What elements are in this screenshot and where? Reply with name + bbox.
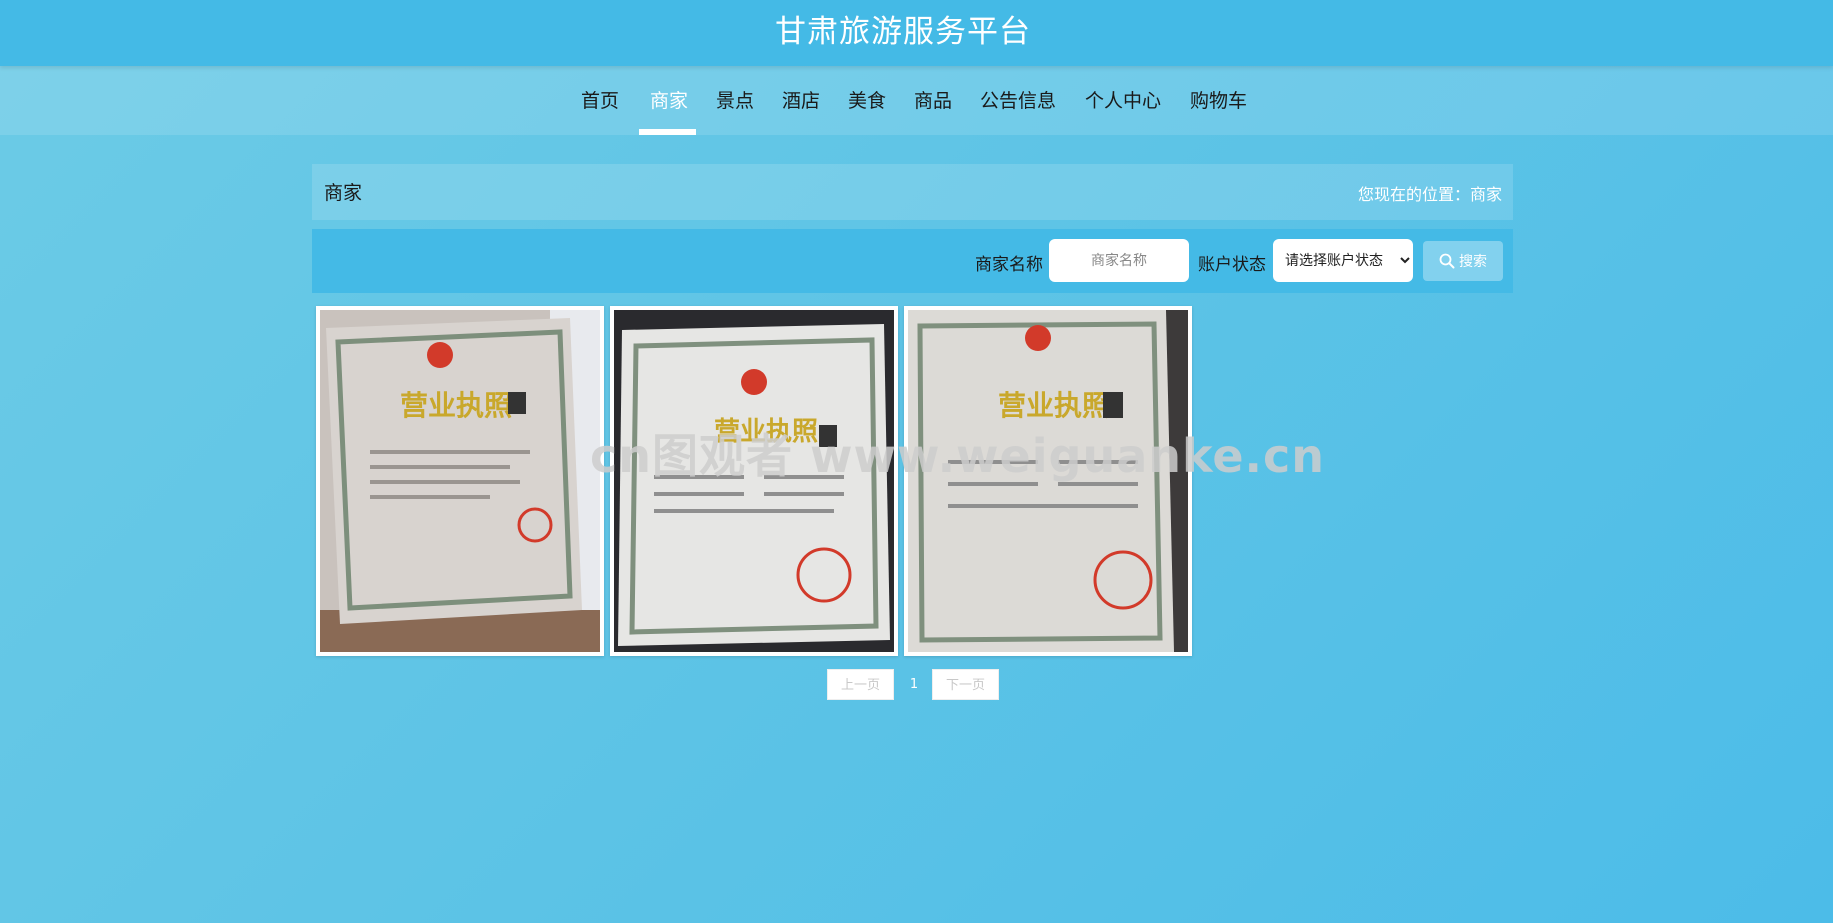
active-tab-indicator	[639, 129, 696, 135]
search-icon	[1439, 253, 1455, 269]
prev-page-button[interactable]: 上一页	[827, 669, 894, 700]
search-button-label: 搜索	[1459, 254, 1487, 270]
account-status-label: 账户状态	[1198, 255, 1266, 275]
breadcrumb: 商家 您现在的位置：商家	[312, 164, 1513, 220]
next-page-button[interactable]: 下一页	[932, 669, 999, 700]
svg-text:营业执照: 营业执照	[998, 389, 1110, 422]
search-panel: 商家名称 账户状态 请选择账户状态 搜索	[312, 229, 1513, 293]
nav-item-home[interactable]: 首页	[581, 85, 619, 117]
nav-item-announcements[interactable]: 公告信息	[980, 85, 1056, 117]
account-status-select[interactable]: 请选择账户状态	[1273, 239, 1413, 282]
nav-item-hotels[interactable]: 酒店	[782, 85, 820, 117]
main-nav: 首页 商家 景点 酒店 美食 商品 公告信息 个人中心 购物车	[0, 66, 1833, 135]
merchant-name-input[interactable]	[1049, 239, 1189, 282]
page-title: 商家	[324, 182, 363, 204]
merchant-name-label: 商家名称	[975, 255, 1043, 275]
nav-item-products[interactable]: 商品	[914, 85, 952, 117]
current-location: 您现在的位置：商家	[1357, 185, 1502, 204]
nav-item-cart[interactable]: 购物车	[1190, 85, 1247, 117]
nav-item-food[interactable]: 美食	[848, 85, 886, 117]
search-button[interactable]: 搜索	[1423, 241, 1503, 281]
business-license-image: 营业执照	[320, 310, 600, 652]
watermark: cn图观者 www.weiguanke.cn	[590, 429, 1326, 483]
svg-text:营业执照: 营业执照	[400, 389, 512, 422]
site-title: 甘肃旅游服务平台	[775, 14, 1031, 50]
merchant-card[interactable]: 营业执照	[316, 306, 604, 656]
current-page-number[interactable]: 1	[897, 669, 931, 700]
nav-item-merchants[interactable]: 商家	[650, 85, 688, 117]
nav-item-profile[interactable]: 个人中心	[1085, 85, 1161, 117]
top-header: 甘肃旅游服务平台	[0, 0, 1833, 66]
nav-item-attractions[interactable]: 景点	[716, 85, 754, 117]
